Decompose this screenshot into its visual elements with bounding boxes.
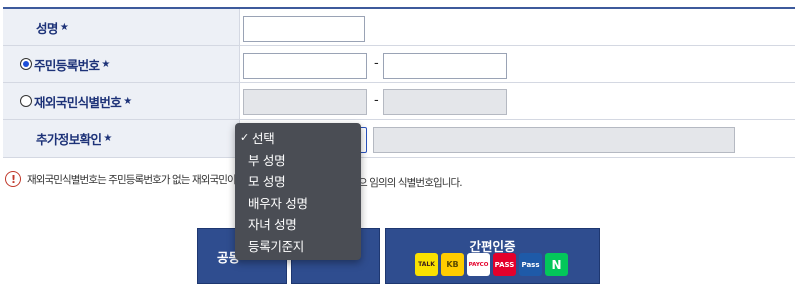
foreigner-dash: -: [374, 93, 379, 108]
rrn-label-cell[interactable]: 주민등록번호 ★: [3, 46, 240, 82]
required-star-icon: ★: [103, 133, 112, 144]
required-star-icon: ★: [101, 58, 110, 70]
name-row: 성명 ★: [3, 9, 795, 46]
required-star-icon: ★: [123, 95, 132, 107]
extra-info-row: 추가정보확인 ★: [3, 120, 795, 158]
dropdown-option[interactable]: 배우자 성명: [235, 192, 361, 214]
dropdown-option[interactable]: 모 성명: [235, 170, 361, 192]
required-star-icon: ★: [59, 21, 69, 33]
extra-info-dropdown-menu: ✓ 선택부 성명모 성명배우자 성명자녀 성명등록기준지: [235, 123, 361, 260]
notice-text-tail: 으 임의의 식별번호입니다.: [358, 177, 463, 189]
dropdown-option-label: 등록기준지: [248, 238, 305, 254]
foreigner-row: 재외국민식별번호 ★ -: [3, 83, 795, 120]
foreigner-radio[interactable]: [20, 95, 32, 107]
dropdown-option[interactable]: ✓ 선택: [235, 127, 361, 149]
name-value-cell: [240, 9, 795, 45]
naver-icon: N: [545, 253, 568, 276]
foreigner-back-input[interactable]: [383, 89, 507, 115]
dropdown-option[interactable]: 자녀 성명: [235, 213, 361, 235]
rrn-value-cell: -: [240, 46, 795, 82]
kb-icon: KB: [441, 253, 464, 276]
identity-form: 성명 ★ 주민등록번호 ★ - 재외국민식별번호 ★ - 추가정보확인 ★: [3, 7, 795, 158]
extra-info-input[interactable]: [373, 127, 735, 153]
notice-text: 재외국민식별번호는 주민등록번호가 없는 재외국민이: [27, 173, 237, 186]
rrn-label: 주민등록번호: [34, 57, 100, 73]
extra-label: 추가정보확인: [36, 132, 102, 147]
extra-label-cell: 추가정보확인 ★: [3, 120, 240, 157]
rrn-back-input[interactable]: [383, 53, 507, 79]
foreigner-value-cell: -: [240, 83, 795, 119]
foreigner-front-input[interactable]: [243, 89, 367, 115]
warning-icon: !: [5, 171, 21, 187]
checkmark-icon: ✓: [240, 131, 249, 145]
easy-auth-button[interactable]: 간편인증 TALK KB PAYCO PASS Pass N: [385, 228, 600, 284]
rrn-row: 주민등록번호 ★ -: [3, 46, 795, 83]
rrn-front-input[interactable]: [243, 53, 367, 79]
easy-auth-logos: TALK KB PAYCO PASS Pass N: [415, 253, 568, 276]
pass-icon: PASS: [493, 253, 516, 276]
dropdown-option-label: 선택: [252, 131, 275, 147]
name-label: 성명: [36, 20, 58, 36]
dropdown-option[interactable]: 등록기준지: [235, 235, 361, 257]
payco-icon: PAYCO: [467, 253, 490, 276]
samsung-pass-icon: Pass: [519, 253, 542, 276]
dropdown-option-label: 배우자 성명: [248, 195, 308, 211]
dropdown-option[interactable]: 부 성명: [235, 149, 361, 171]
rrn-dash: -: [374, 56, 379, 71]
foreigner-label: 재외국민식별번호: [34, 94, 122, 110]
dropdown-option-label: 모 성명: [248, 174, 286, 190]
dropdown-option-label: 자녀 성명: [248, 217, 297, 233]
name-label-cell: 성명 ★: [3, 9, 240, 45]
name-input[interactable]: [243, 16, 365, 42]
kakao-talk-icon: TALK: [415, 253, 438, 276]
dropdown-option-label: 부 성명: [248, 152, 286, 168]
foreigner-label-cell[interactable]: 재외국민식별번호 ★: [3, 83, 240, 119]
rrn-radio[interactable]: [20, 58, 32, 70]
notice-message: ! 재외국민식별번호는 주민등록번호가 없는 재외국민이: [5, 171, 237, 187]
